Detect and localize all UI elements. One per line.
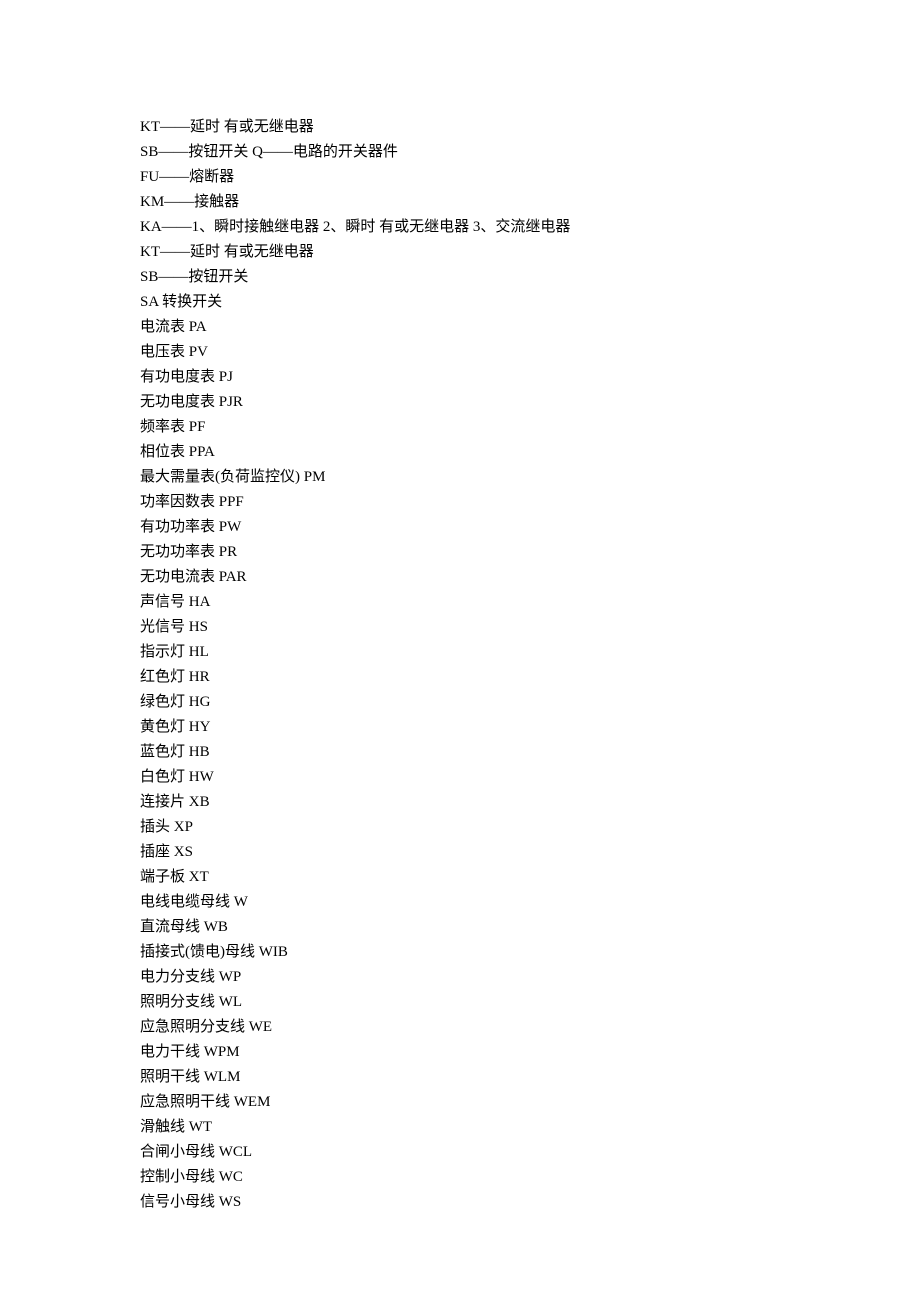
text-line: 控制小母线 WC	[140, 1165, 780, 1190]
text-line: 相位表 PPA	[140, 440, 780, 465]
text-line: 有功功率表 PW	[140, 515, 780, 540]
text-line: 最大需量表(负荷监控仪) PM	[140, 465, 780, 490]
text-line: 电线电缆母线 W	[140, 890, 780, 915]
text-line: 功率因数表 PPF	[140, 490, 780, 515]
text-line: 信号小母线 WS	[140, 1190, 780, 1215]
text-line: 无功功率表 PR	[140, 540, 780, 565]
text-line: 插座 XS	[140, 840, 780, 865]
text-line: 照明干线 WLM	[140, 1065, 780, 1090]
text-line: KT——延时 有或无继电器	[140, 115, 780, 140]
text-line: 黄色灯 HY	[140, 715, 780, 740]
text-line: 应急照明分支线 WE	[140, 1015, 780, 1040]
text-line: 插头 XP	[140, 815, 780, 840]
text-line: SB——按钮开关	[140, 265, 780, 290]
text-line: 应急照明干线 WEM	[140, 1090, 780, 1115]
text-line: SB——按钮开关 Q——电路的开关器件	[140, 140, 780, 165]
text-line: 频率表 PF	[140, 415, 780, 440]
text-line: 指示灯 HL	[140, 640, 780, 665]
text-line: 红色灯 HR	[140, 665, 780, 690]
text-line: 绿色灯 HG	[140, 690, 780, 715]
text-line: 照明分支线 WL	[140, 990, 780, 1015]
text-line: SA 转换开关	[140, 290, 780, 315]
text-line: 端子板 XT	[140, 865, 780, 890]
text-line: 无功电度表 PJR	[140, 390, 780, 415]
text-line: 有功电度表 PJ	[140, 365, 780, 390]
text-line: 无功电流表 PAR	[140, 565, 780, 590]
text-line: 声信号 HA	[140, 590, 780, 615]
text-line: 电流表 PA	[140, 315, 780, 340]
text-line: KA——1、瞬时接触继电器 2、瞬时 有或无继电器 3、交流继电器	[140, 215, 780, 240]
text-line: 蓝色灯 HB	[140, 740, 780, 765]
text-line: 滑触线 WT	[140, 1115, 780, 1140]
text-line: 光信号 HS	[140, 615, 780, 640]
document-page: KT——延时 有或无继电器 SB——按钮开关 Q——电路的开关器件 FU——熔断…	[0, 0, 920, 1315]
text-line: FU——熔断器	[140, 165, 780, 190]
text-line: 白色灯 HW	[140, 765, 780, 790]
text-line: 电力干线 WPM	[140, 1040, 780, 1065]
text-line: 电力分支线 WP	[140, 965, 780, 990]
text-line: KT——延时 有或无继电器	[140, 240, 780, 265]
text-line: KM——接触器	[140, 190, 780, 215]
text-line: 合闸小母线 WCL	[140, 1140, 780, 1165]
text-line: 连接片 XB	[140, 790, 780, 815]
text-line: 直流母线 WB	[140, 915, 780, 940]
text-line: 插接式(馈电)母线 WIB	[140, 940, 780, 965]
text-line: 电压表 PV	[140, 340, 780, 365]
